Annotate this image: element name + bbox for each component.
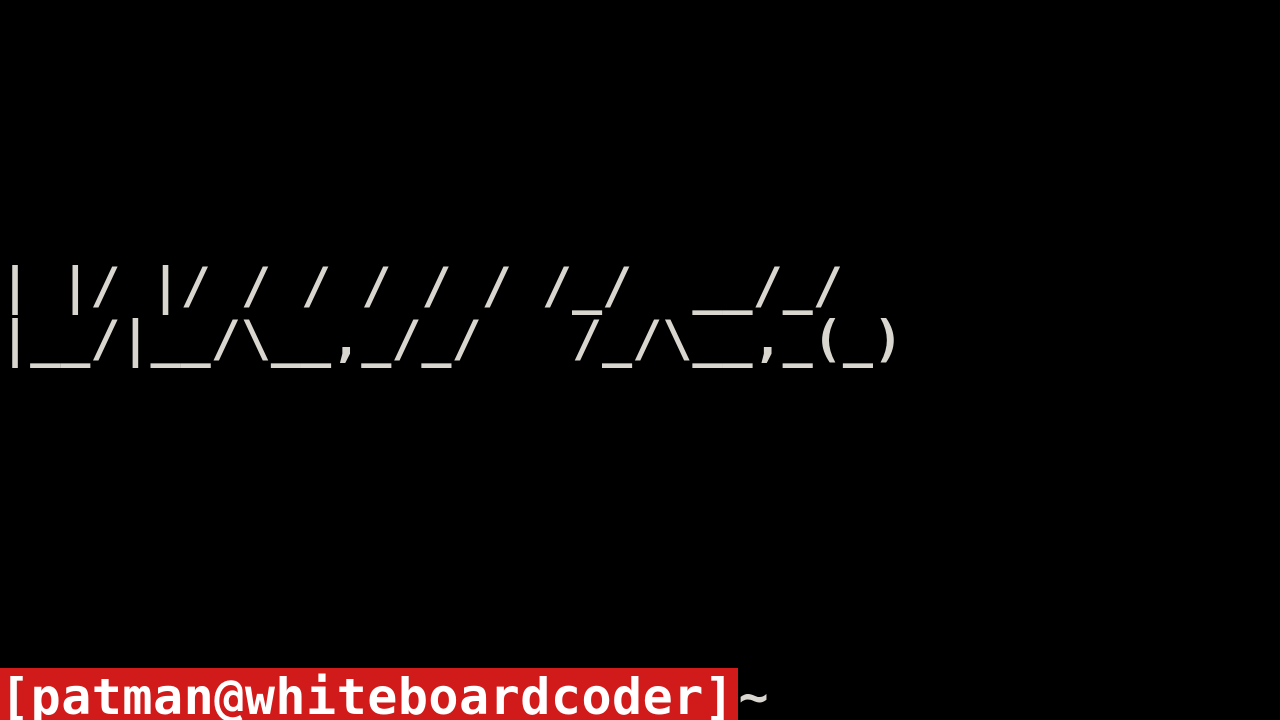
ascii-line-1: | |/ |/ / / / / / /_/ __/_/: [0, 257, 873, 315]
cwd-label: ~: [738, 668, 769, 720]
prompt-block-1: [patman@whiteboardcoder]~: [0, 665, 1280, 720]
terminal-window[interactable]: | |/ |/ / / / / / /_/ __/_/ |__/|__/\__,…: [0, 0, 1280, 720]
user-host-label: [patman@whiteboardcoder]: [0, 668, 738, 720]
ascii-line-2: |__/|__/\__,_/_/ /_/\__,_(_): [0, 310, 903, 368]
figlet-banner: | |/ |/ / / / / / /_/ __/_/ |__/|__/\__,…: [0, 260, 1280, 365]
